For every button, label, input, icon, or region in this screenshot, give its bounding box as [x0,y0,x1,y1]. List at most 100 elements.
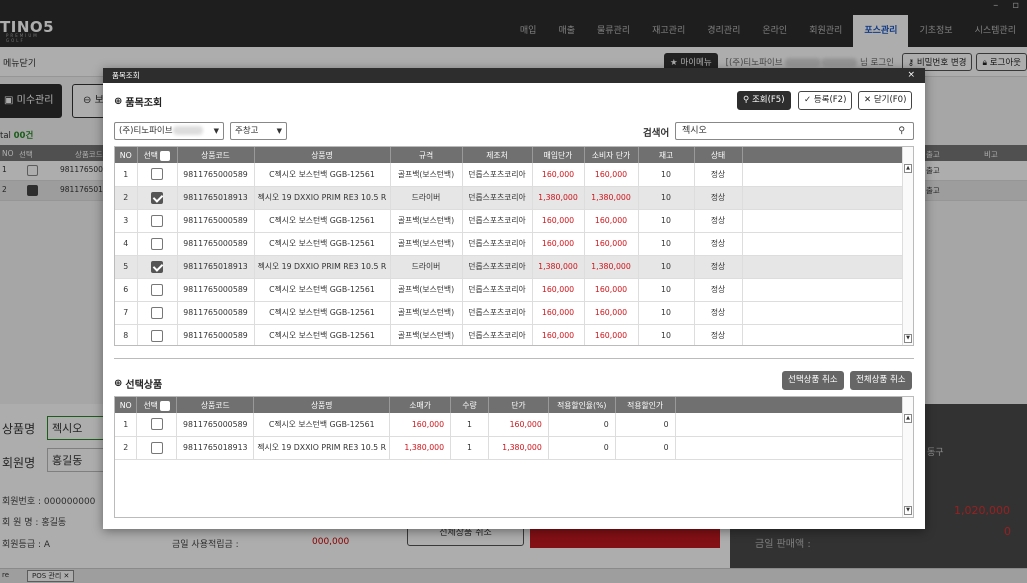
table-row[interactable]: 7 9811765000589 C젝시오 보스턴백 GGB-12561 골프백(보스턴… [115,301,905,325]
row-stock: 10 [638,301,695,325]
column-header: 선택 [136,397,178,413]
item-search-modal: 품목조회 × ⊕ 품목조회 ⚲ 조회(F5) ✓ 등록(F2) ✕ 닫기(F0)… [103,68,925,529]
search-input[interactable]: 젝시오 ⚲ [675,122,914,140]
register-button[interactable]: ✓ 등록(F2) [798,91,853,110]
row-code: 9811765018913 [176,436,255,460]
company-select-value: (주)티노파이브 [119,126,173,136]
select-cell [137,186,178,210]
column-header: 상품코드 [177,147,255,163]
row-no: 5 [115,255,138,279]
row-checkbox[interactable] [151,283,163,296]
row-status: 정상 [694,163,743,187]
row-retail-price: 160,000 [389,413,452,437]
table-row[interactable]: 4 9811765000589 C젝시오 보스턴백 GGB-12561 골프백(보스턴… [115,232,905,256]
row-checkbox[interactable] [151,329,163,342]
modal-title: 품목조회 [112,71,140,80]
row-status: 정상 [694,209,743,233]
selected-table: NO 선택 상품코드 상품명 소매가 수량 단가 적용할인율(%) 적용할인가 1 981176… [115,397,913,460]
section-item-search-title: 품목조회 [125,98,163,109]
scroll-up-icon[interactable]: ▲ [904,414,912,423]
row-spec: 골프백(보스턴백) [390,232,463,256]
table-row[interactable]: 5 9811765018913 젝시오 19 DXXIO PRIM RE3 10.5… [115,255,905,279]
company-select[interactable]: (주)티노파이브 ▼ [114,122,224,140]
item-grid-scrollbar[interactable]: ▲ ▼ [902,147,913,345]
crosshair-icon: ⊕ [114,96,123,107]
select-cell [136,413,178,437]
row-buy-price: 160,000 [532,324,585,345]
redacted-name [172,126,203,135]
close-icon[interactable]: × [907,68,915,83]
row-spacer [742,186,905,210]
cancel-all-button[interactable]: 전체상품 취소 [850,371,912,390]
row-quantity: 1 [450,436,489,460]
row-spacer [742,255,905,279]
row-checkbox[interactable] [151,214,163,227]
close-button[interactable]: ✕ 닫기(F0) [858,91,913,110]
row-no: 4 [115,232,138,256]
register-button-label: 등록(F2) [813,95,847,105]
row-checkbox[interactable] [151,237,163,250]
column-header: 매입단가 [532,147,585,163]
section-selected-items: ⊕ 선택상품 [114,376,162,391]
column-header: 소비자 단가 [584,147,639,163]
table-row[interactable]: 1 9811765000589 C젝시오 보스턴백 GGB-12561 160,000… [115,413,913,437]
row-checkbox[interactable] [151,260,163,273]
row-checkbox[interactable] [151,306,163,319]
row-name: C젝시오 보스턴백 GGB-12561 [254,232,391,256]
column-header-label: 선택 [143,400,158,410]
row-status: 정상 [694,232,743,256]
table-row[interactable]: 6 9811765000589 C젝시오 보스턴백 GGB-12561 골프백(보스턴… [115,278,905,302]
column-header: NO [115,147,138,163]
column-header-spacer [675,397,913,413]
row-quantity: 1 [450,413,489,437]
row-no: 1 [115,163,138,187]
warehouse-select[interactable]: 주창고 ▼ [230,122,287,140]
row-spacer [742,324,905,345]
row-discount-price: 0 [615,413,676,437]
crosshair-icon: ⊕ [114,378,123,389]
row-spec: 골프백(보스턴백) [390,278,463,302]
scroll-down-icon[interactable]: ▼ [904,334,912,343]
search-icon[interactable]: ⚲ [898,123,905,139]
cancel-selected-button[interactable]: 선택상품 취소 [782,371,844,390]
column-header: 단가 [488,397,549,413]
search-button[interactable]: ⚲ 조회(F5) [737,91,791,110]
table-row[interactable]: 8 9811765000589 C젝시오 보스턴백 GGB-12561 골프백(보스턴… [115,324,905,345]
row-name: C젝시오 보스턴백 GGB-12561 [254,209,391,233]
table-row[interactable]: 3 9811765000589 C젝시오 보스턴백 GGB-12561 골프백(보스턴… [115,209,905,233]
select-all-checkbox[interactable] [160,150,171,161]
row-retail-price: 160,000 [584,232,639,256]
row-buy-price: 160,000 [532,301,585,325]
row-maker: 던롭스포츠코리아 [462,186,533,210]
row-checkbox[interactable] [150,418,163,431]
table-row[interactable]: 2 9811765018913 젝시오 19 DXXIO PRIM RE3 10.5… [115,186,905,210]
select-cell [137,163,178,187]
row-name: 젝시오 19 DXXIO PRIM RE3 10.5 R [254,186,391,210]
scroll-up-icon[interactable]: ▲ [904,164,912,173]
row-maker: 던롭스포츠코리아 [462,232,533,256]
row-checkbox[interactable] [151,168,163,181]
row-checkbox[interactable] [150,441,163,454]
row-checkbox[interactable] [151,191,163,204]
row-name: C젝시오 보스턴백 GGB-12561 [254,278,391,302]
dropdown-arrow-icon: ▼ [276,127,282,135]
search-button-label: 조회(F5) [751,95,785,105]
row-code: 9811765000589 [177,209,255,233]
column-header: 적용할인율(%) [548,397,616,413]
column-header: 적용할인가 [615,397,676,413]
selected-grid-scrollbar[interactable]: ▲ ▼ [902,397,913,517]
row-code: 9811765018913 [177,255,255,279]
row-name: C젝시오 보스턴백 GGB-12561 [254,163,391,187]
row-spacer [742,278,905,302]
modal-titlebar: 품목조회 × [103,68,925,83]
select-all-checkbox[interactable] [160,400,171,411]
table-row[interactable]: 2 9811765018913 젝시오 19 DXXIO PRIM RE3 10.5… [115,436,913,460]
scroll-down-icon[interactable]: ▼ [904,506,912,515]
row-stock: 10 [638,209,695,233]
column-header: 소매가 [389,397,452,413]
row-maker: 던롭스포츠코리아 [462,163,533,187]
row-status: 정상 [694,324,743,345]
table-row[interactable]: 1 9811765000589 C젝시오 보스턴백 GGB-12561 골프백(보스턴… [115,163,905,187]
row-spec: 드라이버 [390,255,463,279]
row-no: 6 [115,278,138,302]
